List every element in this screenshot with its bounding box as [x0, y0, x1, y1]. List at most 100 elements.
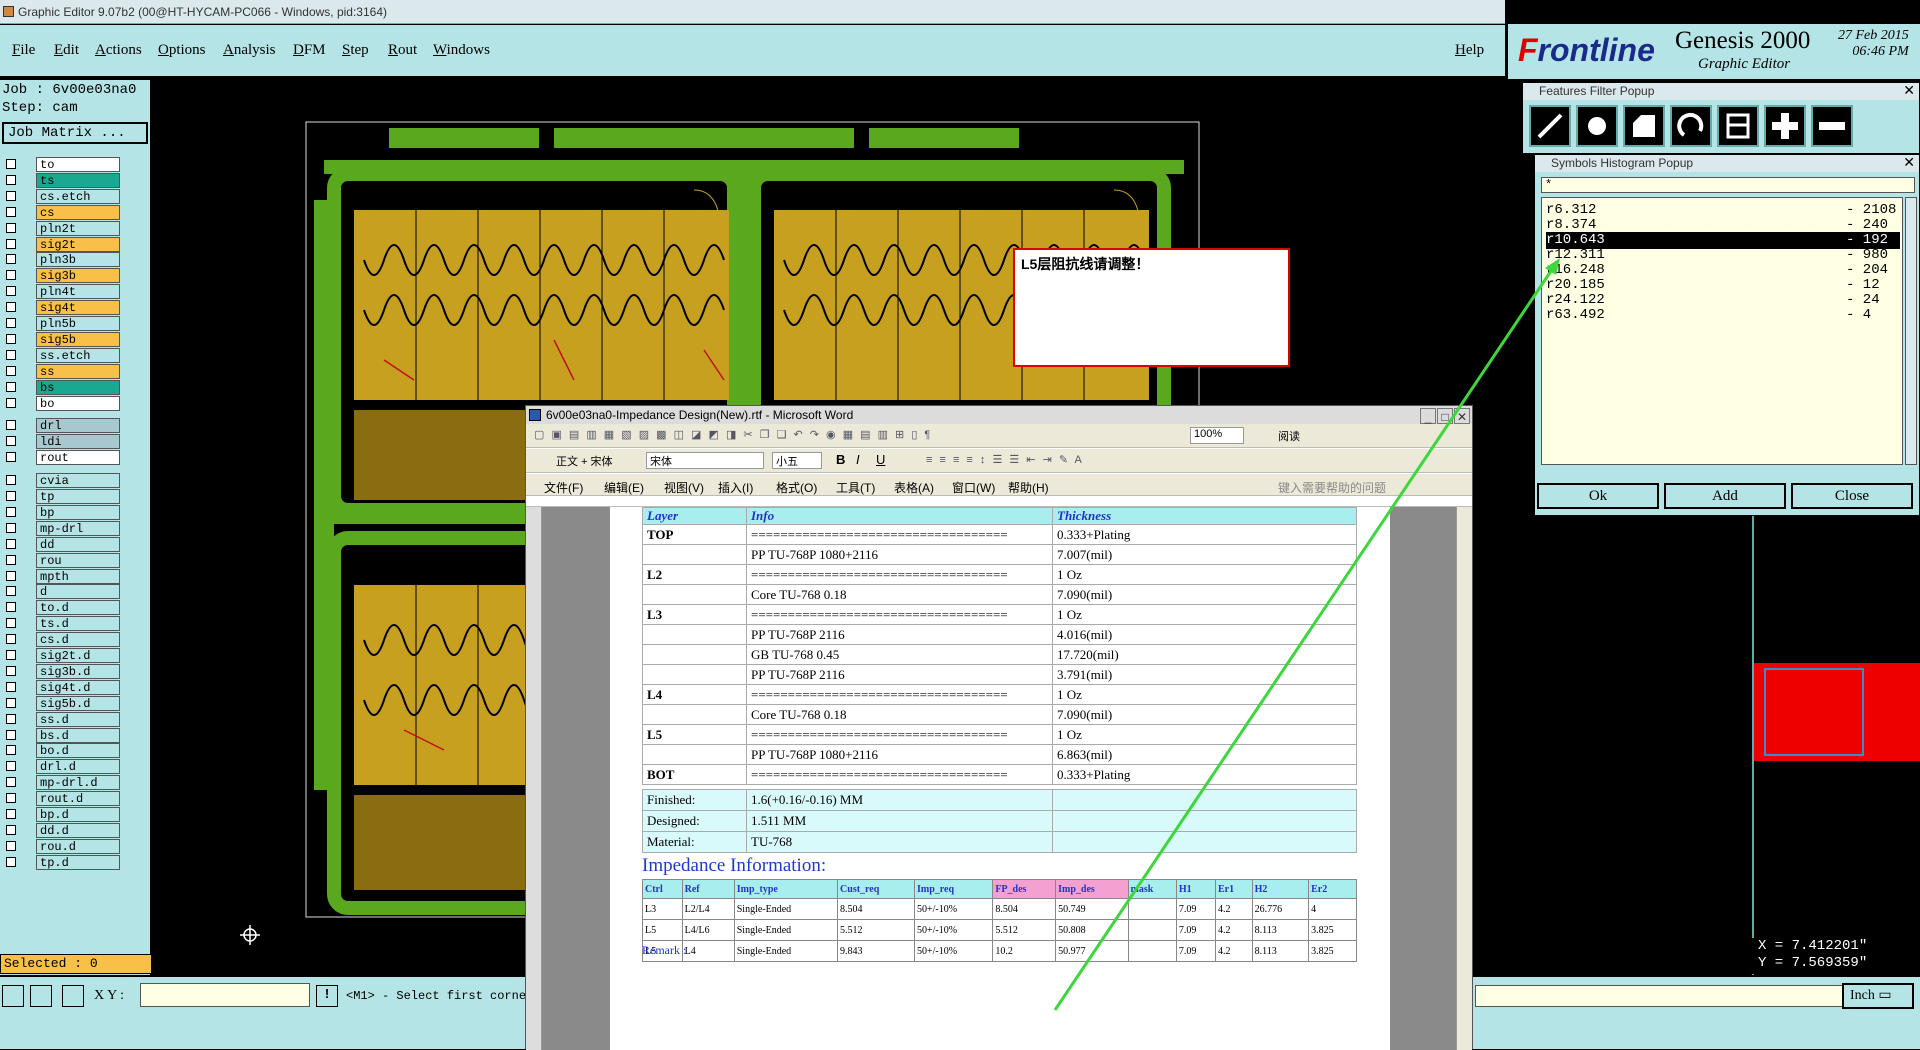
layer-label[interactable]: pln3b [36, 252, 120, 268]
layer-checkbox[interactable] [6, 436, 16, 447]
word-menu-window[interactable]: 窗口(W) [952, 479, 995, 496]
layer-row[interactable]: sig3b.d [2, 663, 120, 679]
layer-row[interactable]: tp [2, 489, 120, 504]
positive-polarity-icon[interactable] [1764, 105, 1806, 147]
layer-label[interactable]: pln2t [36, 220, 120, 236]
layer-row[interactable]: bo.d [2, 743, 120, 759]
layer-checkbox[interactable] [6, 793, 16, 804]
layer-label[interactable]: drl.d [36, 759, 120, 775]
menu-dfm[interactable]: DFM [293, 42, 326, 59]
layer-label[interactable]: sig3b [36, 268, 120, 284]
layer-label[interactable]: cs [36, 204, 120, 220]
job-matrix-button[interactable]: Job Matrix ... [2, 122, 148, 144]
layer-label[interactable]: mp-drl [36, 520, 120, 536]
layer-label[interactable]: pln5b [36, 316, 120, 331]
close-icon[interactable]: ✕ [1903, 154, 1915, 171]
layer-checkbox[interactable] [6, 650, 16, 660]
layer-checkbox[interactable] [6, 729, 16, 740]
layer-row[interactable]: cs.etch [2, 188, 120, 204]
word-menu-tools[interactable]: 工具(T) [836, 479, 875, 496]
menu-help[interactable]: Help [1455, 42, 1484, 59]
layer-row[interactable]: cs.d [2, 632, 120, 648]
layer-label[interactable]: rou.d [36, 838, 120, 854]
close-button[interactable]: Close [1791, 483, 1913, 509]
layer-label[interactable]: sig3b.d [36, 663, 120, 679]
layer-checkbox[interactable] [6, 397, 16, 408]
italic-button[interactable]: I [856, 452, 860, 467]
layer-checkbox[interactable] [6, 522, 16, 533]
layer-row[interactable]: cs [2, 204, 120, 220]
close-icon[interactable]: ✕ [1903, 82, 1915, 99]
layer-row[interactable]: rout [2, 450, 120, 466]
layer-row[interactable]: bs [2, 379, 120, 395]
layer-row[interactable]: mp-drl [2, 520, 120, 536]
word-menu-help[interactable]: 帮助(H) [1008, 479, 1049, 496]
view-box[interactable] [1764, 668, 1864, 756]
layer-row[interactable]: ss.d [2, 711, 120, 727]
underline-button[interactable]: U [876, 452, 885, 467]
layer-row[interactable]: sig2t.d [2, 648, 120, 663]
surface-tool-icon[interactable] [1623, 105, 1665, 147]
grid-icon[interactable] [62, 985, 84, 1007]
layer-checkbox[interactable] [6, 570, 16, 581]
layer-checkbox[interactable] [6, 491, 16, 501]
layer-label[interactable]: ts.d [36, 616, 120, 632]
layer-checkbox[interactable] [6, 174, 16, 185]
layer-checkbox[interactable] [6, 856, 16, 867]
layer-label[interactable]: sig4t [36, 300, 120, 316]
layer-label[interactable]: rou [36, 552, 120, 568]
layer-row[interactable]: sig5b [2, 331, 120, 347]
layer-label[interactable]: bs [36, 379, 120, 395]
maximize-button[interactable]: □ [1437, 408, 1453, 424]
layer-label[interactable]: rout.d [36, 791, 120, 807]
layer-checkbox[interactable] [6, 222, 16, 233]
layer-label[interactable]: tp [36, 489, 120, 504]
layer-label[interactable]: ss [36, 363, 120, 379]
layer-label[interactable]: to.d [36, 600, 120, 616]
layer-row[interactable]: mpth [2, 568, 120, 584]
layer-checkbox[interactable] [6, 824, 16, 835]
layer-checkbox[interactable] [6, 381, 16, 392]
layer-row[interactable]: rou [2, 552, 120, 568]
layer-row[interactable]: d [2, 584, 120, 600]
layer-label[interactable]: bo.d [36, 743, 120, 759]
layer-row[interactable]: to [2, 157, 120, 172]
layer-checkbox[interactable] [6, 365, 16, 376]
layer-label[interactable]: sig4t.d [36, 679, 120, 695]
minimize-button[interactable]: _ [1420, 408, 1436, 424]
layer-label[interactable]: sig5b [36, 331, 120, 347]
layer-label[interactable]: dd [36, 536, 120, 552]
font-select[interactable]: 宋体 [646, 452, 764, 469]
layer-label[interactable]: cs.d [36, 632, 120, 648]
zoom-select[interactable]: 100% [1190, 427, 1244, 444]
layer-row[interactable]: sig5b.d [2, 695, 120, 711]
layer-label[interactable]: sig5b.d [36, 695, 120, 711]
layer-checkbox[interactable] [6, 586, 16, 597]
layer-checkbox[interactable] [6, 506, 16, 517]
document-area[interactable]: Layer Info Thickness TOP ================… [526, 507, 1472, 1050]
ruler[interactable] [526, 497, 1472, 507]
layer-row[interactable]: dd [2, 536, 120, 552]
layer-label[interactable]: drl [36, 418, 120, 434]
layer-checkbox[interactable] [6, 302, 16, 313]
word-menu-insert[interactable]: 插入(I) [718, 479, 753, 496]
layer-label[interactable]: ldi [36, 434, 120, 450]
layer-label[interactable]: rout [36, 450, 120, 466]
layer-label[interactable]: bp [36, 504, 120, 520]
select-icon[interactable] [2, 985, 24, 1007]
layer-row[interactable]: bo [2, 395, 120, 411]
layer-label[interactable]: d [36, 584, 120, 600]
layer-checkbox[interactable] [6, 777, 16, 788]
layer-row[interactable]: ts.d [2, 616, 120, 632]
layer-checkbox[interactable] [6, 665, 16, 676]
menu-windows[interactable]: Windows [433, 42, 490, 59]
layer-row[interactable]: rou.d [2, 838, 120, 854]
pad-tool-icon[interactable] [1576, 105, 1618, 147]
word-menu-file[interactable]: 文件(F) [544, 479, 583, 496]
word-menu-view[interactable]: 视图(V) [664, 479, 704, 496]
layer-checkbox[interactable] [6, 681, 16, 692]
layer-row[interactable]: dd.d [2, 822, 120, 838]
layer-row[interactable]: sig4t [2, 300, 120, 316]
layer-checkbox[interactable] [6, 618, 16, 629]
layer-checkbox[interactable] [6, 745, 16, 756]
